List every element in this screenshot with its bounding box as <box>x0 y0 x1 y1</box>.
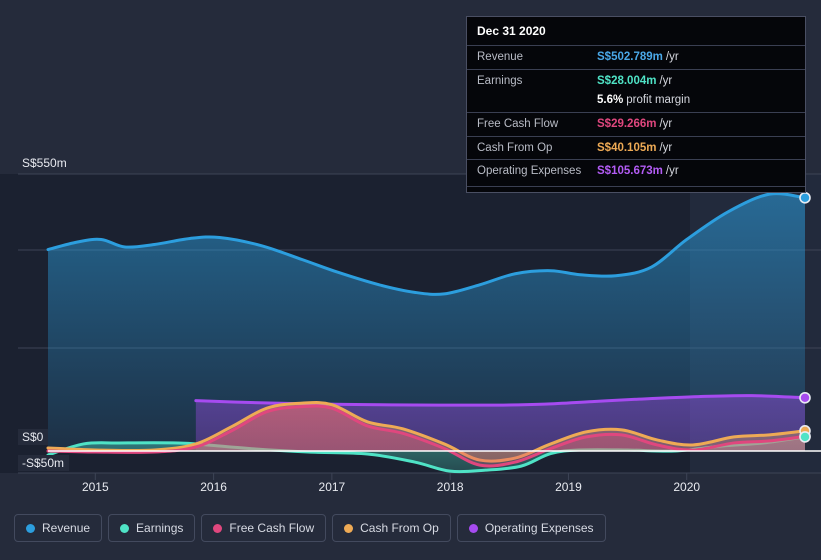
tooltip-row-label: Free Cash Flow <box>477 118 559 131</box>
tooltip-row-cash-from-op: Cash From Op S$40.105m/yr <box>467 135 805 160</box>
tooltip-row-value: S$502.789m <box>597 51 663 63</box>
x-axis-label-2020: 2020 <box>673 480 701 494</box>
chart-page: S$550m S$0 -S$50m 2015 2016 2017 2018 2019 20… <box>0 0 821 560</box>
tooltip-row-unit: profit margin <box>626 94 691 107</box>
endpoint-marker-operating-expenses[interactable] <box>799 391 811 404</box>
tooltip-row-value: S$105.673m <box>597 165 663 178</box>
tooltip-row-operating-expenses: Operating Expenses S$105.673m/yr <box>467 159 805 183</box>
tooltip-row-profit-margin: 5.6% profit margin <box>467 92 805 112</box>
x-axis-label-2018: 2018 <box>436 480 464 494</box>
legend-label: Earnings <box>136 521 184 535</box>
legend-item-earnings[interactable]: Earnings <box>108 514 196 542</box>
legend-dot-icon-earnings <box>120 523 130 533</box>
endpoint-marker-earnings[interactable] <box>799 431 811 443</box>
legend-label: Free Cash Flow <box>229 521 315 535</box>
y-axis-label-zero: S$0 <box>18 429 49 445</box>
tooltip-row-value: S$28.004m <box>597 74 657 87</box>
tooltip-row-unit: /yr <box>659 74 673 87</box>
tooltip-footer-rule <box>467 186 805 188</box>
legend-item-revenue[interactable]: Revenue <box>14 514 103 542</box>
legend-item-operating-expenses[interactable]: Operating Expenses <box>456 514 606 542</box>
legend-dot-icon-free-cash-flow <box>213 523 223 533</box>
legend-item-free-cash-flow[interactable]: Free Cash Flow <box>201 514 327 542</box>
y-axis-label-bottom: -S$50m <box>18 455 70 471</box>
legend-item-cash-from-op[interactable]: Cash From Op <box>332 514 451 542</box>
tooltip-row-label: Revenue <box>477 51 524 63</box>
x-axis-label-2019: 2019 <box>555 480 582 494</box>
tooltip-row-value: S$29.266m <box>597 118 657 131</box>
tooltip-title: Dec 31 2020 <box>477 24 546 38</box>
tooltip-row-value: S$40.105m <box>597 141 657 154</box>
tooltip-row-revenue: Revenue S$502.789m/yr <box>467 45 805 69</box>
legend-label: Operating Expenses <box>484 521 594 535</box>
data-tooltip: Dec 31 2020 Revenue S$502.789m/yr Earnings… <box>466 16 806 194</box>
chart-legend[interactable]: Revenue Earnings Free Cash Flow Cash From O… <box>14 514 606 542</box>
x-axis-label-2016: 2016 <box>200 480 227 494</box>
tooltip-row-label: Earnings <box>477 74 523 87</box>
tooltip-row-unit: /yr <box>659 141 673 154</box>
legend-label: Cash From Op <box>360 521 439 535</box>
tooltip-rows: Revenue S$502.789m/yr Earnings S$28.004m/yr… <box>467 45 805 183</box>
y-axis-label-top: S$550m <box>18 155 72 171</box>
tooltip-row-unit: /yr <box>665 165 679 178</box>
x-axis-label-2017: 2017 <box>318 480 346 494</box>
legend-dot-icon-operating-expenses <box>468 523 478 533</box>
legend-dot-icon-revenue <box>26 523 35 533</box>
tooltip-row-unit: /yr <box>659 118 673 131</box>
tooltip-row-value: 5.6% <box>597 94 624 107</box>
legend-dot-icon-cash-from-op <box>344 523 354 533</box>
tooltip-row-label: Cash From Op <box>477 141 553 154</box>
tooltip-row-free-cash-flow: Free Cash Flow S$29.266m/yr <box>467 112 805 136</box>
tooltip-row-unit: /yr <box>665 51 679 63</box>
tooltip-row-earnings: Earnings S$28.004m/yr <box>467 68 805 93</box>
x-axis-label-2015: 2015 <box>81 480 109 494</box>
endpoint-marker-revenue[interactable] <box>799 191 811 204</box>
legend-label: Revenue <box>42 521 91 535</box>
tooltip-row-label: Operating Expenses <box>477 165 582 178</box>
